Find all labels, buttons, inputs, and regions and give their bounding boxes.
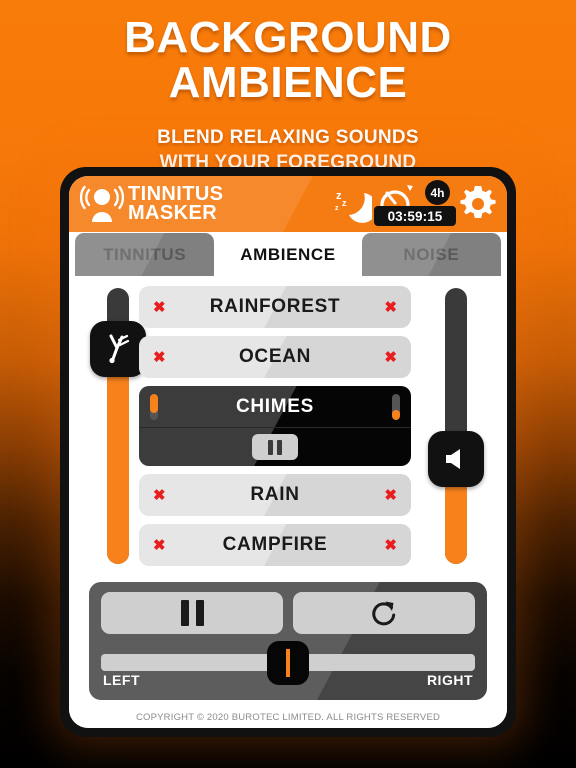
moon-zzz-icon[interactable]: z z z <box>332 185 372 223</box>
pause-icon-bar <box>195 600 204 626</box>
pause-icon-bar <box>268 439 273 455</box>
tab-sheen <box>361 233 501 276</box>
promo-headline-line1: BACKGROUND <box>124 13 452 62</box>
timer-duration-badge[interactable]: 4h <box>425 180 450 205</box>
transport-panel: LEFT RIGHT <box>89 582 487 700</box>
list-item[interactable]: ✖ RAIN ✖ <box>139 474 411 516</box>
list-item[interactable]: ✖ OCEAN ✖ <box>139 336 411 378</box>
left-channel-marker[interactable]: ✖ <box>153 488 166 503</box>
list-item[interactable]: ✖ CAMPFIRE ✖ <box>139 524 411 566</box>
tone-slider-fill <box>107 348 129 564</box>
pan-right-label: RIGHT <box>426 672 473 688</box>
right-level-fill <box>392 410 400 420</box>
left-level-fill <box>150 394 158 413</box>
app-title-line2: MASKER <box>128 202 218 224</box>
sound-label: CAMPFIRE <box>222 534 328 555</box>
speaker-volume-icon <box>446 449 460 470</box>
promo-headline: BACKGROUND AMBIENCE <box>0 15 576 105</box>
tab-tinnitus[interactable]: TINNITUS <box>75 233 215 276</box>
active-sound-card[interactable]: CHIMES <box>139 386 411 466</box>
sound-label: CHIMES <box>235 395 315 417</box>
gear-icon[interactable] <box>458 184 498 224</box>
promo-banner: BACKGROUND AMBIENCE BLEND RELAXING SOUND… <box>0 0 576 175</box>
left-channel-marker[interactable]: ✖ <box>153 350 166 365</box>
pause-button[interactable] <box>101 592 283 634</box>
app-header: TINNITUS MASKER z z z 4h 03:59:15 <box>69 176 507 232</box>
tab-ambience-label: AMBIENCE <box>240 244 336 264</box>
active-sound-controls <box>139 428 411 466</box>
svg-text:z: z <box>342 198 347 208</box>
tab-sheen <box>75 233 215 276</box>
pan-slider[interactable]: LEFT RIGHT <box>101 641 475 688</box>
loop-button[interactable] <box>293 592 475 634</box>
sleep-timer[interactable]: 4h 03:59:15 <box>374 180 456 227</box>
pause-icon-bar <box>277 439 282 455</box>
right-channel-marker[interactable]: ✖ <box>384 350 397 365</box>
list-item[interactable]: ✖ RAINFOREST ✖ <box>139 286 411 328</box>
right-channel-marker[interactable]: ✖ <box>384 538 397 553</box>
left-channel-marker[interactable]: ✖ <box>153 538 166 553</box>
left-level-meter[interactable] <box>150 394 158 420</box>
tuning-fork-icon <box>109 334 130 363</box>
right-level-meter[interactable] <box>392 394 400 420</box>
active-sound-header: CHIMES <box>139 386 411 428</box>
pan-left-label: LEFT <box>103 672 140 688</box>
svg-text:z: z <box>335 205 339 212</box>
sound-label: RAIN <box>250 484 300 505</box>
sound-label: RAINFOREST <box>209 296 341 317</box>
sound-mixer-panel: ✖ RAINFOREST ✖ ✖ OCEAN ✖ CHIMES ✖ RAIN ✖… <box>69 276 507 728</box>
person-sound-waves-icon <box>80 185 124 222</box>
tab-bar: TINNITUS AMBIENCE NOISE <box>69 232 507 276</box>
pan-slider-knob[interactable] <box>267 641 309 685</box>
timer-countdown: 03:59:15 <box>374 206 456 226</box>
left-channel-marker[interactable]: ✖ <box>153 300 166 315</box>
app-screen: TINNITUS MASKER z z z 4h 03:59:15 AMBIEN… <box>69 176 507 728</box>
volume-slider-knob[interactable] <box>428 431 484 488</box>
right-channel-marker[interactable]: ✖ <box>384 488 397 503</box>
tab-ambience[interactable]: AMBIENCE <box>218 233 358 276</box>
loop-refresh-icon <box>372 601 396 626</box>
right-channel-marker[interactable]: ✖ <box>384 300 397 315</box>
promo-headline-line2: AMBIENCE <box>168 58 408 107</box>
copyright-footer: COPYRIGHT © 2020 BUROTEC LIMITED. ALL RI… <box>135 712 441 723</box>
sound-pause-button[interactable] <box>252 434 298 460</box>
sound-list: ✖ RAINFOREST ✖ ✖ OCEAN ✖ CHIMES ✖ RAIN ✖… <box>139 286 411 574</box>
device-frame: TINNITUS MASKER z z z 4h 03:59:15 AMBIEN… <box>60 167 516 737</box>
pan-knob-indicator <box>286 649 290 677</box>
tab-noise[interactable]: NOISE <box>361 233 501 276</box>
promo-sub-line1: BLEND RELAXING SOUNDS <box>157 127 419 148</box>
pause-icon-bar <box>180 600 189 626</box>
transport-buttons <box>101 592 475 634</box>
app-title: TINNITUS MASKER <box>128 184 223 224</box>
tone-slider[interactable] <box>90 288 146 564</box>
volume-slider[interactable] <box>428 288 484 564</box>
sound-label: OCEAN <box>238 346 312 367</box>
tone-slider-knob[interactable] <box>90 320 146 377</box>
